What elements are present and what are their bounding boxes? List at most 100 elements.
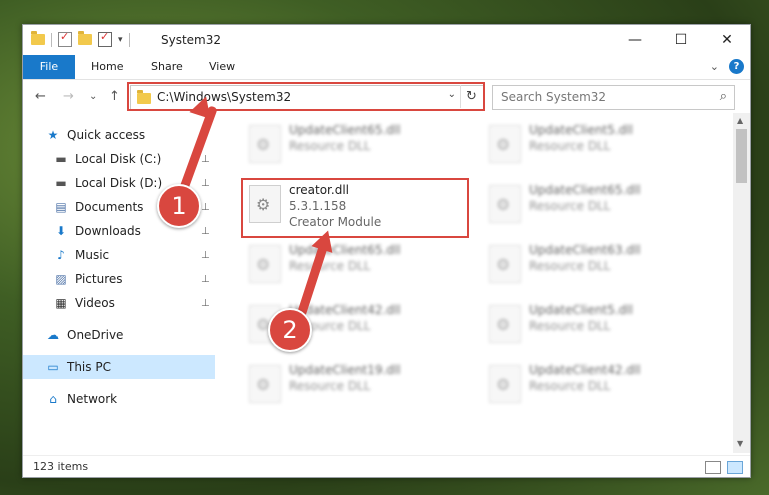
navigation-bar: ← → ⌄ ↑ C:\Windows\System32 ⌄ ↻ Search S… bbox=[23, 81, 750, 113]
customize-toolbar-icon[interactable]: ▾ bbox=[118, 35, 123, 45]
item-count: 123 items bbox=[33, 460, 89, 473]
file-description: Resource DLL bbox=[529, 319, 611, 333]
file-name: UpdateClient42.dll bbox=[529, 363, 641, 377]
file-description: Resource DLL bbox=[529, 139, 611, 153]
list-item[interactable]: UpdateClient65.dll Resource DLL bbox=[243, 117, 463, 169]
sidebar-item-network[interactable]: ⌂ Network bbox=[23, 387, 215, 411]
sidebar-item-label: Documents bbox=[75, 200, 144, 214]
scroll-up-icon[interactable]: ▲ bbox=[737, 116, 743, 125]
recent-locations-icon[interactable]: ⌄ bbox=[89, 91, 97, 102]
window-title: System32 bbox=[161, 33, 222, 47]
sidebar-item-onedrive[interactable]: ☁ OneDrive bbox=[23, 323, 215, 347]
pin-icon: ⊥ bbox=[201, 249, 210, 261]
file-description: Resource DLL bbox=[529, 259, 611, 273]
list-item[interactable]: UpdateClient42.dll Resource DLL bbox=[483, 357, 703, 409]
search-input[interactable]: Search System32 bbox=[501, 90, 606, 104]
sidebar-item-this-pc[interactable]: ▭ This PC bbox=[23, 355, 215, 379]
sidebar-item-pictures[interactable]: ▨ Pictures ⊥ bbox=[23, 267, 215, 291]
file-description: Resource DLL bbox=[289, 259, 371, 273]
forward-icon[interactable]: → bbox=[63, 89, 74, 104]
step-badge-1: 1 bbox=[157, 184, 201, 228]
file-name: UpdateClient63.dll bbox=[529, 243, 641, 257]
sidebar-item-videos[interactable]: ▦ Videos ⊥ bbox=[23, 291, 215, 315]
pictures-icon: ▨ bbox=[55, 272, 67, 286]
sidebar-item-label: Downloads bbox=[75, 224, 141, 238]
tab-home[interactable]: Home bbox=[91, 55, 123, 79]
sidebar-item-label: Videos bbox=[75, 296, 115, 310]
pin-icon: ⊥ bbox=[201, 201, 210, 213]
file-description: Resource DLL bbox=[529, 379, 611, 393]
search-box[interactable]: Search System32 ⌕ bbox=[492, 85, 735, 110]
rename-icon[interactable] bbox=[98, 30, 112, 47]
dll-file-icon bbox=[489, 125, 521, 163]
dll-file-icon bbox=[489, 365, 521, 403]
expand-ribbon-icon[interactable]: ⌄ bbox=[710, 60, 719, 73]
details-view-icon[interactable] bbox=[705, 461, 721, 474]
drive-icon: ▬ bbox=[55, 152, 67, 166]
vertical-scrollbar[interactable]: ▲ ▼ bbox=[733, 113, 750, 453]
window-controls: — ☐ ✕ bbox=[612, 25, 750, 55]
videos-icon: ▦ bbox=[55, 296, 67, 310]
list-item[interactable]: UpdateClient5.dll Resource DLL bbox=[483, 297, 703, 349]
list-item[interactable]: UpdateClient65.dll Resource DLL bbox=[483, 177, 703, 229]
file-highlight-box bbox=[241, 178, 469, 238]
folder-icon bbox=[31, 31, 45, 45]
new-folder-icon[interactable] bbox=[78, 31, 92, 45]
file-list: UpdateClient65.dll Resource DLL UpdateCl… bbox=[223, 113, 733, 449]
file-name: UpdateClient65.dll bbox=[529, 183, 641, 197]
list-item[interactable]: UpdateClient19.dll Resource DLL bbox=[243, 357, 463, 409]
pin-icon: ⊥ bbox=[201, 177, 210, 189]
ribbon-right: ⌄ ? bbox=[710, 59, 744, 74]
list-item[interactable]: UpdateClient5.dll Resource DLL bbox=[483, 117, 703, 169]
tab-file[interactable]: File bbox=[23, 55, 75, 79]
dll-file-icon bbox=[489, 245, 521, 283]
maximize-button[interactable]: ☐ bbox=[658, 25, 704, 55]
drive-icon: ▬ bbox=[55, 176, 67, 190]
toolbar-divider bbox=[51, 32, 52, 47]
back-icon[interactable]: ← bbox=[35, 89, 46, 104]
file-name: UpdateClient65.dll bbox=[289, 123, 401, 137]
pin-icon: ⊥ bbox=[201, 225, 210, 237]
dll-file-icon bbox=[489, 185, 521, 223]
sidebar-item-label: Network bbox=[67, 392, 118, 406]
cloud-icon: ☁ bbox=[47, 328, 59, 342]
downloads-icon: ⬇ bbox=[55, 224, 67, 238]
close-button[interactable]: ✕ bbox=[704, 25, 750, 55]
file-name: UpdateClient19.dll bbox=[289, 363, 401, 377]
status-bar: 123 items bbox=[23, 455, 750, 478]
sidebar-item-label: OneDrive bbox=[67, 328, 124, 342]
list-item[interactable]: UpdateClient63.dll Resource DLL bbox=[483, 237, 703, 289]
up-icon[interactable]: ↑ bbox=[109, 89, 120, 104]
dll-file-icon bbox=[489, 305, 521, 343]
title-bar: ▾ System32 — ☐ ✕ bbox=[23, 25, 750, 55]
tiles-view-icon[interactable] bbox=[727, 461, 743, 474]
pin-icon: ⊥ bbox=[201, 297, 210, 309]
sidebar-item-quick-access[interactable]: ★ Quick access bbox=[23, 123, 215, 147]
toolbar-divider bbox=[128, 32, 130, 47]
sidebar-item-label: Quick access bbox=[67, 128, 146, 142]
documents-icon: ▤ bbox=[55, 200, 67, 214]
scroll-down-icon[interactable]: ▼ bbox=[737, 439, 743, 448]
minimize-button[interactable]: — bbox=[612, 25, 658, 55]
sidebar-item-label: This PC bbox=[67, 360, 111, 374]
sidebar-item-label: Pictures bbox=[75, 272, 123, 286]
scrollbar-thumb[interactable] bbox=[736, 129, 747, 183]
file-name: UpdateClient65.dll bbox=[289, 243, 401, 257]
sidebar-item-label: Local Disk (C:) bbox=[75, 152, 162, 166]
star-icon: ★ bbox=[47, 128, 59, 142]
sidebar-item-label: Music bbox=[75, 248, 110, 262]
tab-share[interactable]: Share bbox=[151, 55, 183, 79]
tab-view[interactable]: View bbox=[209, 55, 235, 79]
address-highlight-box bbox=[127, 82, 485, 111]
music-icon: ♪ bbox=[57, 248, 65, 262]
sidebar-item-music[interactable]: ♪ Music ⊥ bbox=[23, 243, 215, 267]
properties-icon[interactable] bbox=[58, 30, 72, 47]
file-description: Resource DLL bbox=[529, 199, 611, 213]
step-badge-2: 2 bbox=[268, 308, 312, 352]
file-name: UpdateClient5.dll bbox=[529, 303, 633, 317]
list-item[interactable]: UpdateClient65.dll Resource DLL bbox=[243, 237, 463, 289]
help-icon[interactable]: ? bbox=[729, 59, 744, 74]
search-icon[interactable]: ⌕ bbox=[720, 89, 727, 104]
sidebar-item-label: Local Disk (D:) bbox=[75, 176, 163, 190]
pin-icon: ⊥ bbox=[201, 153, 210, 165]
